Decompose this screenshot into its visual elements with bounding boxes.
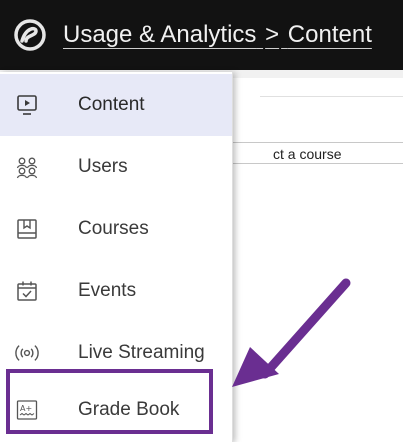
annotation-arrow-icon bbox=[232, 278, 351, 387]
